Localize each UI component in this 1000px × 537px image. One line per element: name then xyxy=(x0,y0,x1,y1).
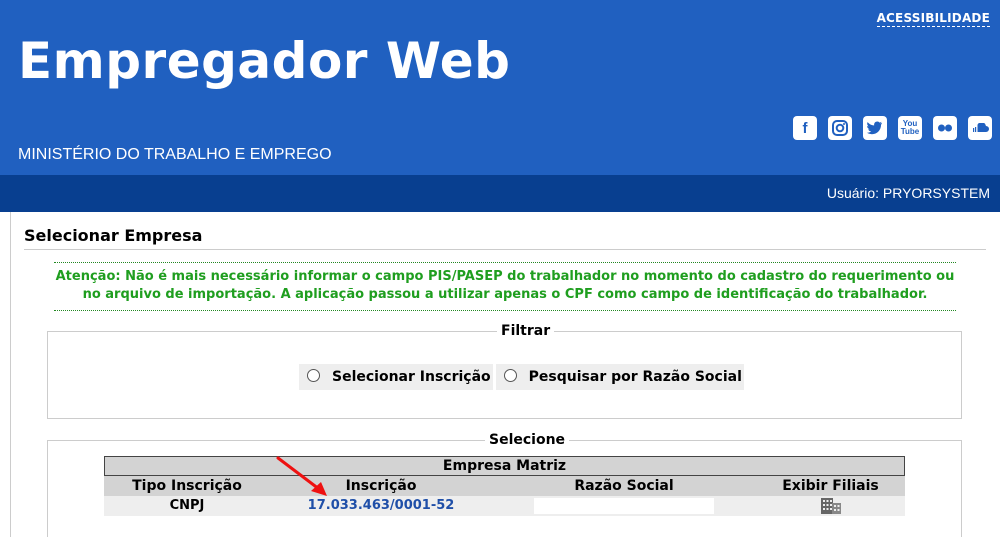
razao-social-value xyxy=(534,497,714,514)
cell-exibir-filiais xyxy=(756,496,905,516)
title-divider xyxy=(24,249,986,250)
page-title: Selecionar Empresa xyxy=(24,226,203,245)
filter-options: Selecionar Inscrição Pesquisar por Razão… xyxy=(299,364,744,390)
table-header-row: Tipo Inscrição Inscrição Razão Social Ex… xyxy=(104,476,905,496)
column-header: Razão Social xyxy=(574,478,674,494)
youtube-icon[interactable]: You Tube xyxy=(898,116,922,140)
empresa-table: Empresa Matriz Tipo Inscrição Inscrição … xyxy=(104,456,905,516)
flickr-icon[interactable] xyxy=(933,116,957,140)
option-search-razao-social[interactable]: Pesquisar por Razão Social xyxy=(495,364,744,390)
column-header: Exibir Filiais xyxy=(782,478,879,494)
instagram-icon[interactable] xyxy=(828,116,852,140)
social-links: f You Tube xyxy=(793,116,992,140)
table-caption: Empresa Matriz xyxy=(104,456,905,476)
youtube-icon-bottom: Tube xyxy=(900,127,920,136)
select-legend: Selecione xyxy=(485,432,570,448)
radio-select-inscription[interactable] xyxy=(307,368,320,382)
option-label: Selecionar Inscrição xyxy=(332,369,491,385)
notice-divider-top xyxy=(54,262,956,263)
option-select-inscription[interactable]: Selecionar Inscrição xyxy=(299,364,493,390)
soundcloud-icon[interactable] xyxy=(968,116,992,140)
notice-divider-bottom xyxy=(54,310,956,311)
twitter-icon[interactable] xyxy=(863,116,887,140)
radio-search-razao-social[interactable] xyxy=(503,368,517,382)
table-row: CNPJ 17.033.463/0001-52 xyxy=(104,496,905,516)
app-title: Empregador Web xyxy=(18,32,511,90)
cell-tipo: CNPJ xyxy=(169,498,205,513)
ministry-name: MINISTÉRIO DO TRABALHO E EMPREGO xyxy=(18,146,332,163)
cell-razao-social xyxy=(492,496,756,516)
option-label: Pesquisar por Razão Social xyxy=(528,369,742,385)
facebook-icon[interactable]: f xyxy=(793,116,817,140)
annotation-arrow-icon xyxy=(276,456,327,496)
inscricao-link[interactable]: 17.033.463/0001-52 xyxy=(308,498,455,513)
accessibility-link[interactable]: ACESSIBILIDADE xyxy=(876,11,990,27)
filter-legend: Filtrar xyxy=(497,323,555,339)
user-label: Usuário: PRYORSYSTEM xyxy=(826,185,990,201)
column-header: Tipo Inscrição xyxy=(132,478,242,494)
notice-message: Atenção: Não é mais necessário informar … xyxy=(55,269,955,302)
building-icon[interactable] xyxy=(820,496,842,514)
